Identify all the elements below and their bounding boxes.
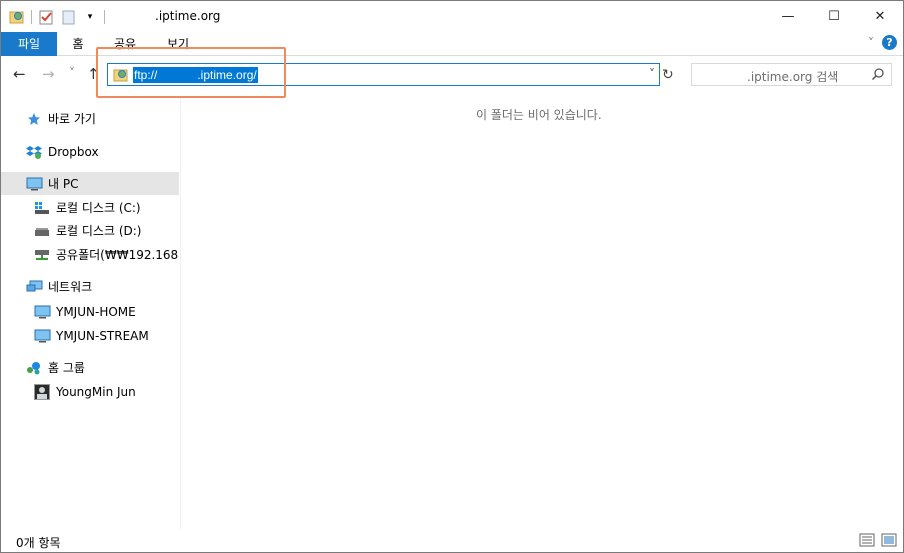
forward-button[interactable]: →	[42, 65, 55, 83]
caption-buttons: — ☐ ✕	[765, 1, 903, 31]
search-placeholder: .iptime.org 검색	[747, 70, 839, 84]
sidebar-item-label: 네트워크	[48, 280, 93, 294]
sidebar-item-label: 바로 가기	[48, 112, 96, 126]
sidebar-item-drive-d[interactable]: 로컬 디스크 (D:)	[1, 219, 179, 242]
back-button[interactable]: ←	[13, 65, 26, 83]
sidebar-item-label: 로컬 디스크 (C:)	[56, 201, 141, 215]
properties-icon[interactable]	[38, 9, 54, 25]
sidebar-item-label: 로컬 디스크 (D:)	[56, 224, 142, 238]
network-drive-icon	[33, 247, 51, 263]
user-avatar-icon	[33, 383, 51, 400]
sidebar-item-ymjun-stream[interactable]: YMJUN-STREAM	[1, 324, 179, 347]
search-box[interactable]: .iptime.org 검색	[691, 63, 892, 86]
sidebar-item-user[interactable]: YoungMin Jun	[1, 380, 179, 403]
search-icon[interactable]	[871, 67, 885, 84]
highlight-box	[96, 47, 286, 98]
drive-icon	[33, 223, 51, 239]
computer-icon	[33, 304, 51, 320]
status-bar: 0개 항목	[1, 529, 903, 552]
recent-locations-button[interactable]: ˅	[69, 66, 75, 80]
sidebar-item-shared-folder[interactable]: 공유폴더(₩₩192.168.0.	[1, 243, 179, 266]
ftp-folder-icon	[9, 9, 25, 25]
sidebar-item-label: YMJUN-STREAM	[56, 328, 149, 343]
view-switcher	[859, 533, 897, 550]
star-icon	[25, 111, 43, 127]
sidebar-item-quick-access[interactable]: 바로 가기	[1, 107, 179, 130]
close-button[interactable]: ✕	[857, 1, 903, 31]
maximize-button[interactable]: ☐	[811, 1, 857, 31]
address-dropdown-icon[interactable]: ˅	[649, 67, 655, 81]
sidebar-item-drive-c[interactable]: 로컬 디스크 (C:)	[1, 196, 179, 219]
sidebar-item-dropbox[interactable]: Dropbox	[1, 140, 179, 163]
homegroup-icon	[25, 360, 43, 376]
refresh-button[interactable]: ↻	[662, 67, 674, 83]
quick-access-toolbar: ▾	[9, 7, 105, 27]
new-folder-icon[interactable]	[60, 9, 76, 25]
details-view-icon[interactable]	[859, 533, 875, 550]
pc-icon	[25, 176, 43, 192]
ribbon-right-controls: ˅ ?	[868, 35, 897, 50]
sidebar-item-label: Dropbox	[48, 144, 99, 159]
expand-ribbon-icon[interactable]: ˅	[868, 36, 874, 50]
sidebar-item-label: 홈 그룹	[48, 361, 85, 375]
sidebar-item-this-pc[interactable]: 내 PC	[1, 172, 179, 195]
sidebar-item-ymjun-home[interactable]: YMJUN-HOME	[1, 300, 179, 323]
sidebar-item-homegroup[interactable]: 홈 그룹	[1, 356, 179, 379]
explorer-window: ▾ .iptime.org — ☐ ✕ 파일 홈 공유 보기 ˅ ? ← → ˅…	[0, 0, 904, 553]
minimize-button[interactable]: —	[765, 1, 811, 31]
large-icons-view-icon[interactable]	[881, 533, 897, 550]
sidebar-item-network[interactable]: 네트워크	[1, 275, 179, 298]
navigation-pane: 바로 가기 Dropbox 내 PC 로컬 디스크 (C:) 로컬 디스크 (D…	[1, 98, 181, 529]
sidebar-item-label: 내 PC	[48, 177, 79, 191]
dropbox-icon	[25, 144, 43, 160]
tab-file[interactable]: 파일	[1, 32, 57, 56]
sidebar-item-label: YMJUN-HOME	[56, 304, 136, 319]
customize-toolbar-icon[interactable]: ▾	[82, 9, 98, 25]
network-icon	[25, 279, 43, 295]
window-title: .iptime.org	[155, 9, 221, 23]
help-icon[interactable]: ?	[882, 35, 897, 50]
computer-icon	[33, 328, 51, 344]
sidebar-item-label: 공유폴더(₩₩192.168.0.	[56, 248, 179, 262]
sidebar-item-label: YoungMin Jun	[56, 384, 136, 399]
toolbar-separator	[31, 10, 32, 24]
windows-drive-icon	[33, 200, 51, 216]
title-bar: ▾ .iptime.org — ☐ ✕	[1, 1, 903, 32]
item-count: 0개 항목	[16, 536, 61, 550]
empty-folder-message: 이 폴더는 비어 있습니다.	[476, 108, 602, 122]
tab-home[interactable]: 홈	[63, 32, 93, 56]
toolbar-separator	[104, 10, 105, 24]
